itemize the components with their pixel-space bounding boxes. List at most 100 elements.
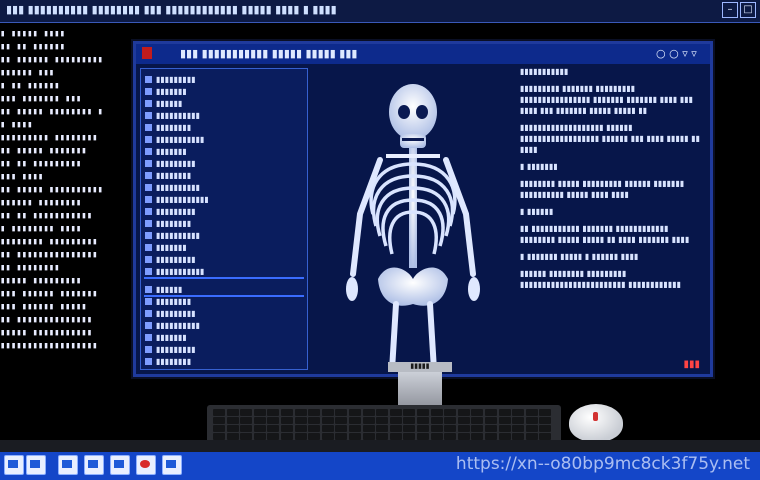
keyboard-key <box>253 425 266 432</box>
row-icon <box>145 220 152 227</box>
keyboard-key <box>389 409 402 416</box>
keyboard-key <box>226 425 239 432</box>
keyboard-key <box>430 433 443 440</box>
side-panel-row[interactable]: ▮▮▮▮▮▮▮ <box>145 333 303 345</box>
keyboard-key <box>525 425 538 432</box>
close-icon[interactable]: □ <box>740 2 756 18</box>
taskbar-app-button[interactable] <box>110 455 130 475</box>
row-icon <box>145 310 152 317</box>
row-icon <box>145 184 152 191</box>
side-panel-row[interactable]: ▮▮▮▮▮▮▮▮▮▮▮ <box>145 135 303 147</box>
taskbar-app-button[interactable] <box>162 455 182 475</box>
keyboard-key <box>457 425 470 432</box>
row-icon <box>145 100 152 107</box>
keyboard-key <box>389 433 402 440</box>
keyboard-key <box>240 433 253 440</box>
side-panel-row[interactable]: ▮▮▮▮▮▮▮▮▮▮▮▮ <box>145 195 303 207</box>
keyboard-key <box>417 425 429 432</box>
keyboard-key <box>308 409 321 416</box>
keyboard-key <box>512 417 525 424</box>
keyboard-key <box>335 433 348 440</box>
taskbar-app-button[interactable] <box>58 455 78 475</box>
side-panel-row[interactable]: ▮▮▮▮▮▮▮▮▮ <box>145 75 303 87</box>
keyboard-key <box>403 409 416 416</box>
taskbar-start-button[interactable] <box>4 455 24 475</box>
side-panel-separator <box>144 295 304 297</box>
keyboard-key <box>294 417 307 424</box>
keyboard-key <box>471 409 484 416</box>
browser-icon <box>140 460 150 468</box>
app-titlebar: ▮▮▮ ▮▮▮▮▮▮▮▮▮▮▮ ▮▮▮▮▮ ▮▮▮▮▮ ▮▮▮ ○ ○ ▿ ▿ <box>136 44 710 64</box>
side-panel-row[interactable]: ▮▮▮▮▮▮▮ <box>145 87 303 99</box>
keyboard-key <box>321 417 334 424</box>
side-panel-row[interactable]: ▮▮▮▮▮▮▮▮ <box>145 297 303 309</box>
side-panel-row[interactable]: ▮▮▮▮▮▮▮▮▮▮ <box>145 231 303 243</box>
side-panel-row[interactable]: ▮▮▮▮▮▮ <box>145 99 303 111</box>
keyboard-key <box>281 433 293 440</box>
side-panel-row[interactable]: ▮▮▮▮▮▮▮▮▮ <box>145 255 303 267</box>
keyboard-key <box>253 417 266 424</box>
keyboard-key <box>457 417 470 424</box>
side-panel-row[interactable]: ▮▮▮▮▮▮▮▮▮▮ <box>145 183 303 195</box>
pelvis-shape <box>378 267 448 306</box>
row-icon <box>145 136 152 143</box>
monitor-icon <box>166 460 176 468</box>
keyboard-key <box>226 433 239 440</box>
row-icon <box>145 208 152 215</box>
keyboard-key <box>539 409 552 416</box>
monitor-stand <box>398 370 442 410</box>
keyboard-key <box>213 417 225 424</box>
side-panel-row[interactable]: ▮▮▮▮▮▮▮ <box>145 243 303 255</box>
keyboard-key <box>498 417 511 424</box>
side-panel-row[interactable]: ▮▮▮▮▮▮▮▮▮ <box>145 309 303 321</box>
keyboard-key <box>539 417 552 424</box>
side-panel-row[interactable]: ▮▮▮▮▮▮▮▮▮ <box>145 207 303 219</box>
keyboard-key <box>253 409 266 416</box>
keyboard-key <box>457 409 470 416</box>
keyboard-key <box>321 425 334 432</box>
window-controls-icon[interactable]: ○ ○ ▿ ▿ <box>656 47 697 60</box>
keyboard-key <box>525 417 538 424</box>
side-panel-row[interactable]: ▮▮▮▮▮▮▮ <box>145 147 303 159</box>
side-panel-row[interactable]: ▮▮▮▮▮▮▮▮ <box>145 171 303 183</box>
side-panel-row[interactable]: ▮▮▮▮▮▮▮▮▮ <box>145 345 303 357</box>
keyboard-key <box>485 425 497 432</box>
mouse <box>569 404 623 442</box>
keyboard-key <box>267 417 280 424</box>
side-panel-row[interactable]: ▮▮▮▮▮▮▮▮▮▮ <box>145 321 303 333</box>
window-title-blur: ▮▮▮ ▮▮▮▮▮▮▮▮▮▮ ▮▮▮▮▮▮▮▮ ▮▮▮ ▮▮▮▮▮▮▮▮▮▮▮▮… <box>6 3 337 16</box>
monitor-brand-label: ▮▮▮▮▮ <box>388 362 452 372</box>
document-icon <box>114 460 124 468</box>
app-logo-icon <box>142 47 152 59</box>
taskbar-app-button[interactable] <box>26 455 46 475</box>
keyboard-key <box>376 409 389 416</box>
keyboard-key <box>376 417 389 424</box>
taskbar-app-button[interactable] <box>136 455 156 475</box>
keyboard-key <box>321 409 334 416</box>
side-panel-row[interactable]: ▮▮▮▮▮▮▮▮ <box>145 219 303 231</box>
start-icon <box>8 460 18 468</box>
keyboard-key <box>226 417 239 424</box>
keyboard-key <box>471 417 484 424</box>
keyboard-key <box>525 433 538 440</box>
keyboard-key <box>512 409 525 416</box>
keyboard-key <box>308 433 321 440</box>
keyboard-key <box>376 425 389 432</box>
side-panel-row[interactable]: ▮▮▮▮▮▮▮▮▮ <box>145 159 303 171</box>
side-panel-row[interactable]: ▮▮▮▮▮▮▮▮ <box>145 357 303 369</box>
keyboard-key <box>349 425 361 432</box>
keyboard-key <box>349 409 361 416</box>
keyboard-key <box>485 433 497 440</box>
keyboard-key <box>430 409 443 416</box>
taskbar-app-button[interactable] <box>84 455 104 475</box>
keyboard-key <box>362 425 375 432</box>
keyboard-key <box>512 433 525 440</box>
row-icon <box>145 148 152 155</box>
monitor-brand-badge: ▮▮▮ <box>683 359 700 370</box>
row-icon <box>145 244 152 251</box>
minimize-icon[interactable]: – <box>722 2 738 18</box>
side-panel-row[interactable]: ▮▮▮▮▮▮▮▮▮▮ <box>145 111 303 123</box>
app-title-blur: ▮▮▮ ▮▮▮▮▮▮▮▮▮▮▮ ▮▮▮▮▮ ▮▮▮▮▮ ▮▮▮ <box>180 47 358 60</box>
keyboard-key <box>444 409 457 416</box>
side-panel-row[interactable]: ▮▮▮▮▮▮▮▮ <box>145 123 303 135</box>
